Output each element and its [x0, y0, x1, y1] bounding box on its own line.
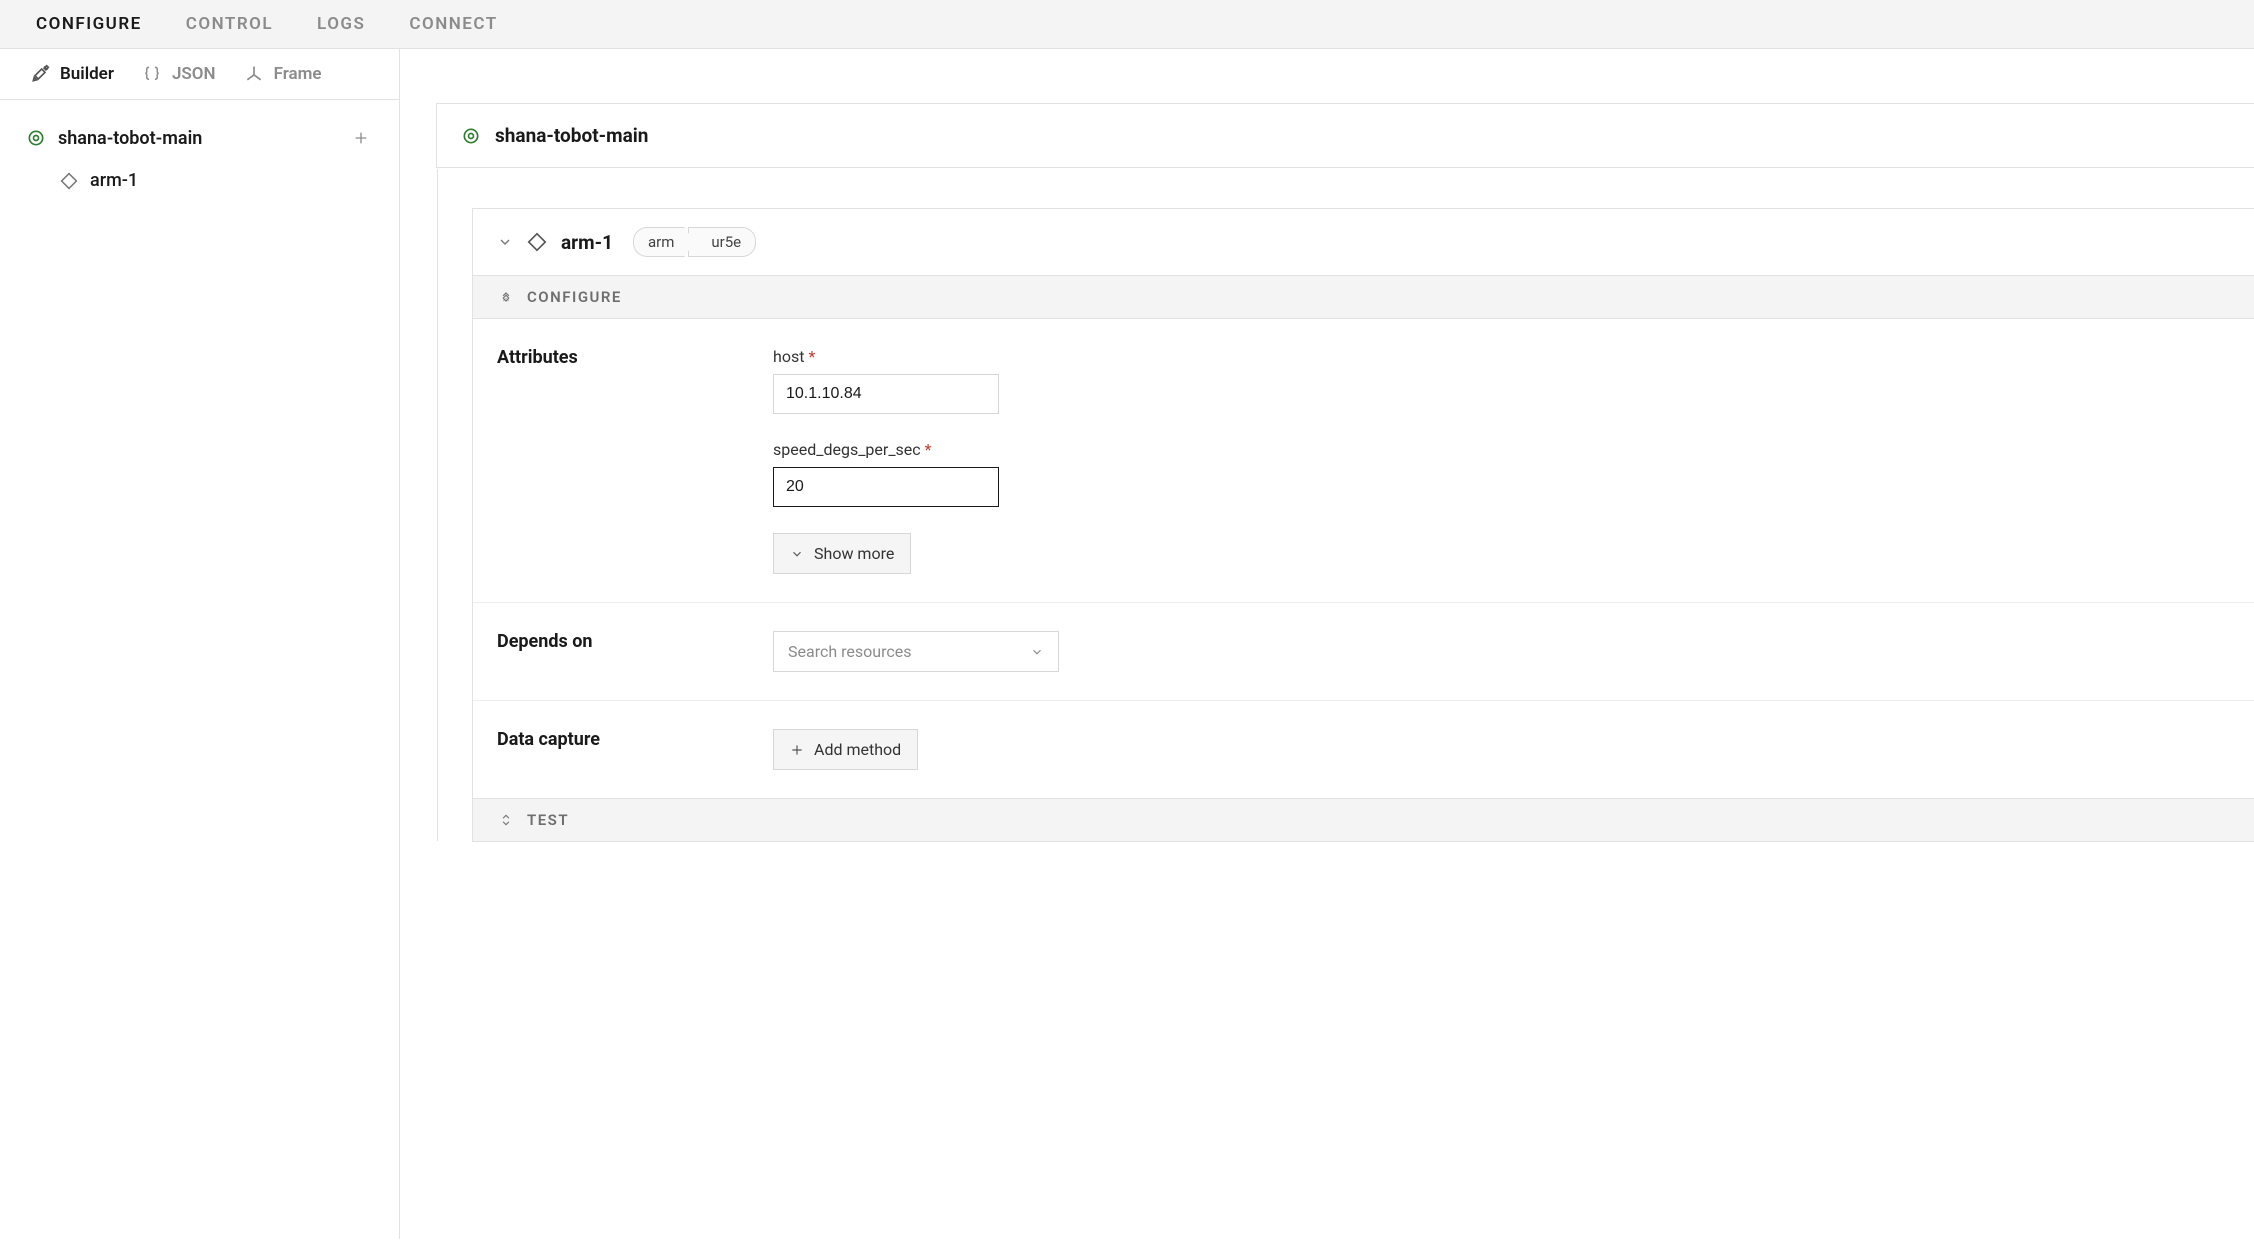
- host-label: host*: [773, 347, 2230, 366]
- data-capture-label: Data capture: [497, 729, 753, 770]
- speed-field-block: speed_degs_per_sec*: [773, 440, 2230, 507]
- component-header: arm-1 arm ur5e: [473, 209, 2254, 276]
- tab-logs[interactable]: LOGS: [317, 14, 365, 34]
- host-input[interactable]: [773, 374, 999, 414]
- tree-child-row[interactable]: arm-1: [52, 160, 381, 201]
- machine-icon: [26, 128, 46, 148]
- subtab-builder[interactable]: Builder: [30, 64, 114, 84]
- tools-icon: [30, 64, 50, 84]
- machine-icon: [461, 126, 481, 146]
- tree-root-row[interactable]: shana-tobot-main: [18, 116, 381, 160]
- configure-section-bar[interactable]: CONFIGURE: [473, 276, 2254, 319]
- test-section-label: TEST: [527, 811, 569, 829]
- subtab-frame-label: Frame: [274, 64, 322, 84]
- attributes-label: Attributes: [497, 347, 753, 574]
- sub-tabs: Builder JSON Frame: [0, 49, 399, 100]
- depends-on-select[interactable]: Search resources: [773, 631, 1059, 672]
- machine-header-title: shana-tobot-main: [495, 124, 648, 147]
- component-icon: [60, 172, 78, 190]
- model-chip: ur5e: [688, 227, 756, 257]
- main-panel: shana-tobot-main arm-1 arm ur5e: [400, 49, 2254, 1239]
- host-field-block: host*: [773, 347, 2230, 414]
- type-chip: arm: [633, 227, 694, 257]
- axes-icon: [244, 64, 264, 84]
- test-section-bar[interactable]: TEST: [473, 798, 2254, 841]
- required-star-icon: *: [808, 347, 815, 366]
- required-star-icon: *: [925, 440, 932, 459]
- tab-connect[interactable]: CONNECT: [409, 14, 497, 34]
- component-icon: [527, 232, 547, 252]
- subtab-json-label: JSON: [172, 64, 216, 84]
- show-more-label: Show more: [814, 544, 894, 563]
- subtab-json[interactable]: JSON: [142, 64, 216, 84]
- resource-tree: shana-tobot-main arm-1: [0, 100, 399, 217]
- tab-control[interactable]: CONTROL: [186, 14, 273, 34]
- show-more-button[interactable]: Show more: [773, 533, 911, 574]
- configure-section-label: CONFIGURE: [527, 288, 622, 306]
- data-capture-section: Data capture Add method: [473, 701, 2254, 798]
- chevron-down-icon: [1030, 645, 1044, 659]
- speed-input[interactable]: [773, 467, 999, 507]
- braces-icon: [142, 64, 162, 84]
- add-method-button[interactable]: Add method: [773, 729, 918, 770]
- tab-configure[interactable]: CONFIGURE: [36, 14, 142, 34]
- chevron-down-icon: [790, 547, 804, 561]
- collapse-up-icon: [499, 290, 513, 304]
- type-model-chips: arm ur5e: [633, 227, 756, 257]
- chevron-down-icon[interactable]: [497, 234, 513, 250]
- tree-root-label: shana-tobot-main: [58, 128, 202, 149]
- attributes-section: Attributes host* speed_degs_per_sec*: [473, 319, 2254, 603]
- expand-icon: [499, 813, 513, 827]
- add-method-label: Add method: [814, 740, 901, 759]
- speed-label: speed_degs_per_sec*: [773, 440, 2230, 459]
- sidebar: Builder JSON Frame: [0, 49, 400, 1239]
- component-name: arm-1: [561, 231, 613, 254]
- depends-on-label: Depends on: [497, 631, 753, 672]
- machine-header: shana-tobot-main: [436, 103, 2254, 168]
- top-tabs: CONFIGURE CONTROL LOGS CONNECT: [0, 0, 2254, 49]
- subtab-frame[interactable]: Frame: [244, 64, 322, 84]
- add-resource-button[interactable]: [349, 126, 373, 150]
- depends-on-placeholder: Search resources: [788, 642, 911, 661]
- subtab-builder-label: Builder: [60, 64, 114, 84]
- plus-icon: [790, 743, 804, 757]
- tree-child-label: arm-1: [90, 170, 138, 191]
- depends-on-section: Depends on Search resources: [473, 603, 2254, 701]
- component-card: arm-1 arm ur5e CONFIGURE: [472, 208, 2254, 842]
